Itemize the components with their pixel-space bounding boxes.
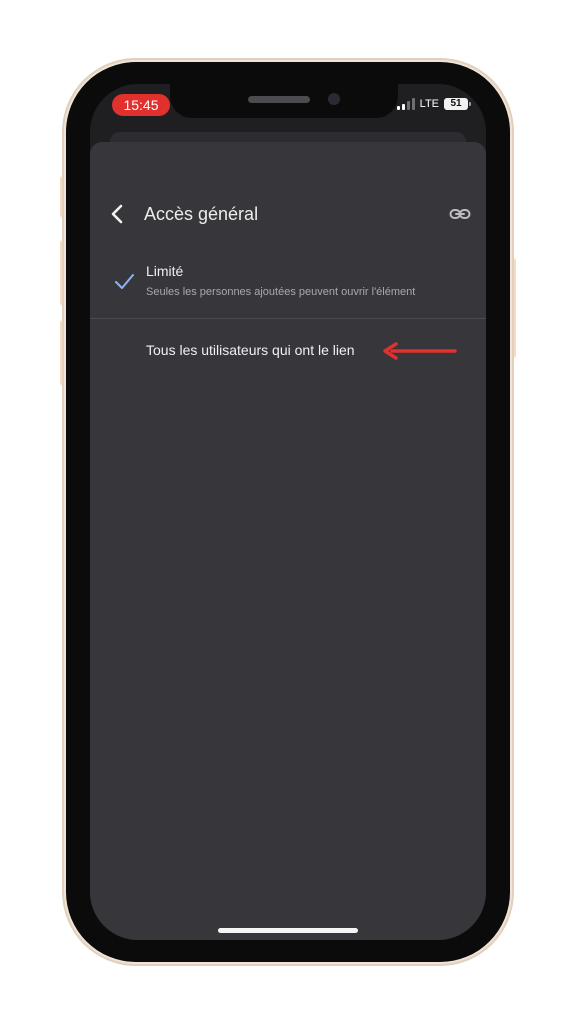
link-icon	[449, 209, 471, 219]
option-anyone-with-link[interactable]: Tous les utilisateurs qui ont le lien	[90, 328, 486, 372]
home-indicator[interactable]	[218, 928, 358, 933]
notch	[170, 84, 398, 118]
copy-link-button[interactable]	[448, 202, 472, 226]
general-access-sheet: Accès général Limité Seules les personne…	[90, 142, 486, 940]
signal-icon	[396, 98, 415, 110]
battery-level: 51	[450, 98, 462, 109]
sheet-header: Accès général	[90, 194, 486, 234]
option-limite-label: Limité	[146, 263, 184, 279]
option-limite[interactable]: Limité Seules les personnes ajoutées peu…	[90, 250, 486, 316]
phone-power-button	[510, 258, 516, 358]
divider	[90, 318, 486, 319]
option-anyone-with-link-label: Tous les utilisateurs qui ont le lien	[146, 342, 355, 358]
status-indicators: LTE 51	[396, 98, 471, 110]
chevron-left-icon	[111, 204, 123, 224]
back-button[interactable]	[106, 202, 130, 226]
option-limite-description: Seules les personnes ajoutées peuvent ou…	[146, 286, 416, 298]
front-camera	[328, 93, 340, 105]
status-time: 15:45	[112, 94, 170, 116]
phone-screen: 15:45 LTE 51 Accès général Limité Seules…	[90, 84, 486, 940]
speaker-grille	[248, 96, 310, 103]
network-type: LTE	[419, 98, 439, 110]
page-title: Accès général	[144, 204, 259, 224]
checkmark-icon	[115, 274, 134, 289]
phone-frame: 15:45 LTE 51 Accès général Limité Seules…	[66, 62, 510, 962]
battery-icon: 51	[444, 98, 471, 110]
red-arrow-left-icon	[383, 342, 457, 360]
